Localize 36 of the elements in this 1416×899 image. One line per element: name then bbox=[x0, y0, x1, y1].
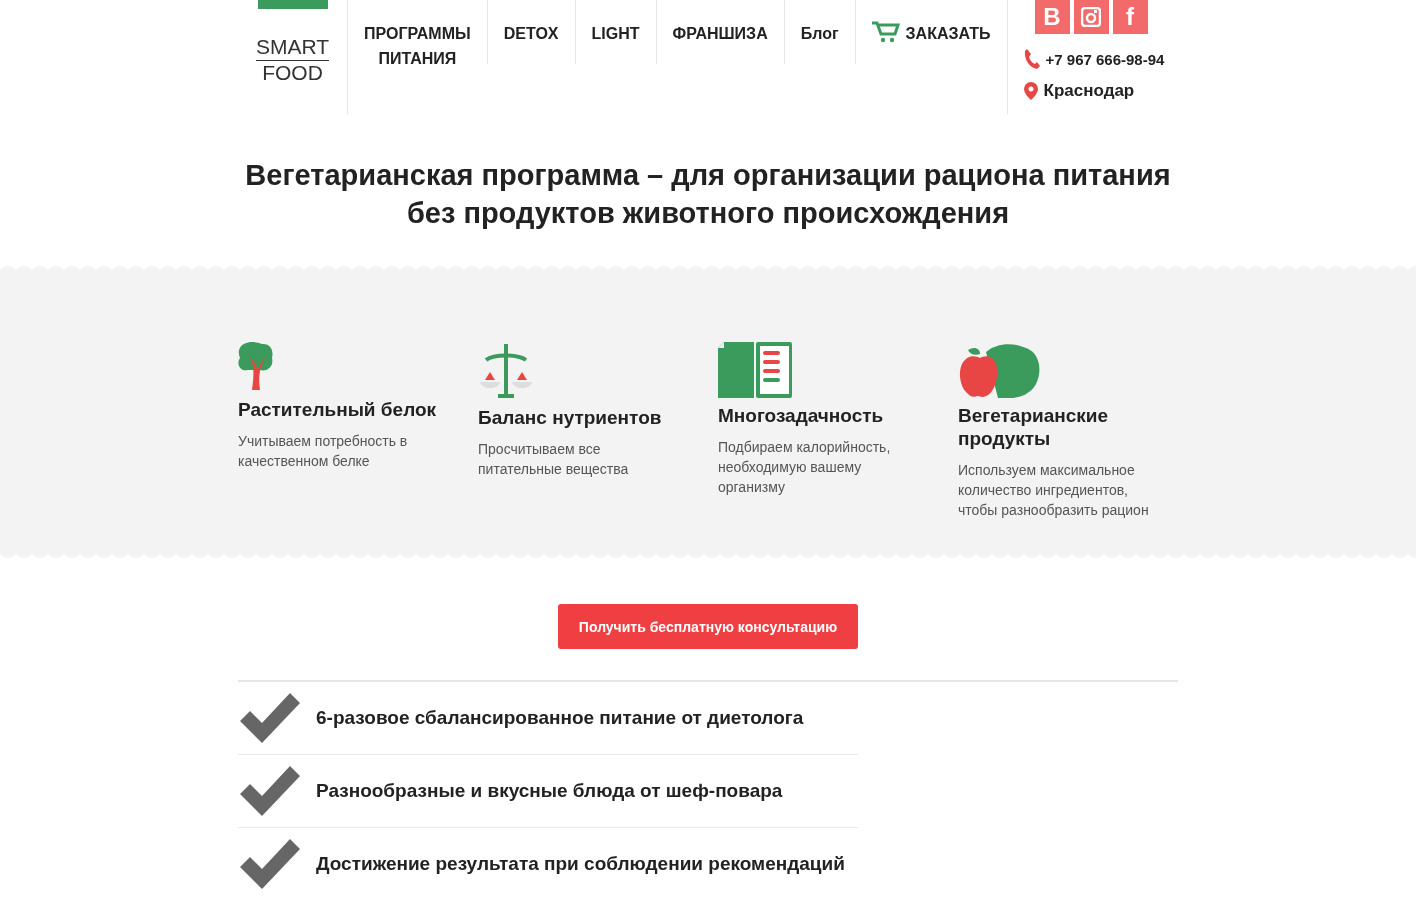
feature-title: Многозадачность bbox=[718, 404, 885, 427]
nav-link[interactable]: ПРОГРАММЫ ПИТАНИЯ bbox=[348, 0, 488, 64]
logo-text[interactable]: SMART bbox=[255, 35, 330, 61]
tree-icon bbox=[238, 342, 274, 392]
phone-icon bbox=[1023, 49, 1040, 69]
apple-and-lettuce-icon bbox=[958, 342, 1040, 398]
feature-title: Вегетарианские продукты bbox=[958, 404, 1110, 450]
feature-title: Баланс нутриентов bbox=[478, 406, 663, 429]
feature-title: Растительный белок bbox=[238, 398, 438, 421]
benefit-text: Достижение результата при соблюдении рекомендаций bbox=[316, 853, 845, 875]
benefit-text: Разнообразные и вкусные блюда от шеф-повара bbox=[316, 780, 783, 802]
checkmark-icon bbox=[238, 764, 302, 818]
logo-bar bbox=[257, 0, 328, 9]
feature-description: Подбираем калорийность, необходимую вашему организму bbox=[718, 438, 892, 497]
logo-text[interactable]: FOOD bbox=[262, 61, 323, 85]
benefit-text: 6-разовое сбалансированное питание от диетолога bbox=[316, 707, 804, 729]
instagram-icon bbox=[1081, 7, 1102, 27]
page-title: Вегетарианская программа – для организации рациона питания без продуктов животного происхождения bbox=[244, 158, 1172, 231]
nav-link[interactable]: DETOX bbox=[487, 0, 576, 64]
checkmark-icon bbox=[238, 837, 302, 891]
feature-description: Просчитываем все питательные вещества bbox=[478, 440, 630, 479]
nav-link[interactable]: LIGHT bbox=[575, 0, 657, 64]
feature-description: Используем максимальное количество ингредиентов, чтобы разнообразить рацион bbox=[958, 461, 1150, 520]
nav-link[interactable]: Блог bbox=[784, 0, 856, 64]
social-link[interactable] bbox=[1073, 0, 1109, 34]
cart-icon bbox=[871, 21, 900, 43]
checklist-icon bbox=[718, 342, 793, 398]
feature-description: Учитываем потребность в качественном белке bbox=[238, 432, 409, 471]
scales-icon bbox=[478, 342, 534, 400]
nav-link[interactable]: ФРАНШИЗА bbox=[656, 0, 785, 64]
city-name[interactable]: Краснодар bbox=[1043, 81, 1135, 101]
nav-link[interactable]: ЗАКАЗАТЬ bbox=[855, 0, 1007, 64]
checkmark-icon bbox=[238, 691, 302, 745]
phone-number[interactable]: +7 967 666-98-94 bbox=[1045, 50, 1165, 68]
consultation-button[interactable]: Получить бесплатную консультацию bbox=[558, 604, 858, 649]
location-pin-icon bbox=[1023, 82, 1038, 100]
